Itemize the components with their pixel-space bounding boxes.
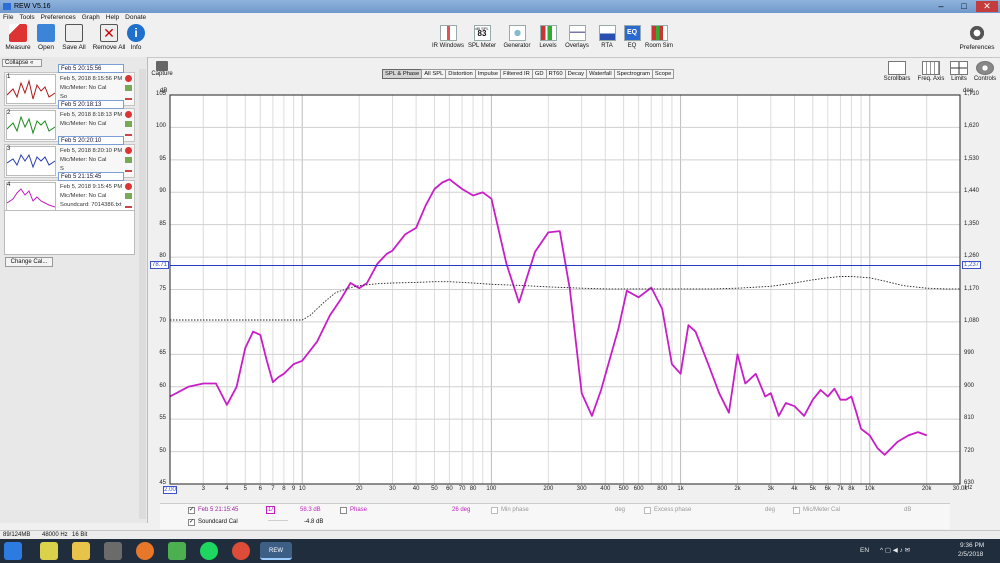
- rew-taskbar-button[interactable]: REW: [260, 542, 292, 560]
- tray-icons[interactable]: ^ ▢ ◀ ♪ ✉: [880, 546, 910, 554]
- torrent-icon[interactable]: [168, 542, 186, 560]
- windows-taskbar: REW EN ^ ▢ ◀ ♪ ✉ 9:36 PM 2/5/2018: [0, 539, 1000, 563]
- legend-series-marker[interactable]: 1/: [266, 506, 276, 514]
- soundcard-cal-marker: ··········: [268, 518, 288, 524]
- spotify-icon[interactable]: [200, 542, 218, 560]
- y-tick-label: 70: [159, 317, 166, 324]
- x-tick-label: 20: [355, 486, 363, 492]
- min-phase-label: Min phase: [501, 507, 529, 513]
- chrome-like-icon[interactable]: [40, 542, 58, 560]
- x-tick-label: 600: [633, 486, 644, 492]
- excess-phase-checkbox[interactable]: [644, 507, 651, 514]
- y2-tick-label: 1,170: [964, 285, 980, 292]
- cursor-value-left: 78.71: [150, 261, 170, 270]
- legend-series-name: Feb 5 21:15:45: [198, 507, 239, 513]
- x-tick-label: 3: [201, 486, 205, 492]
- bit-depth-status: 16 Bit: [72, 532, 88, 538]
- y-tick-label: 50: [159, 447, 166, 454]
- language-indicator[interactable]: EN: [860, 547, 869, 554]
- y2-tick-label: 1,620: [964, 123, 980, 130]
- y2-tick-label: 990: [964, 350, 975, 357]
- phase-label: Phase: [350, 507, 368, 513]
- folder-icon[interactable]: [72, 542, 90, 560]
- x-tick-label: 8k: [848, 486, 855, 492]
- x-tick-label: 4: [225, 486, 229, 492]
- x-tick-label: 40: [412, 486, 420, 492]
- phase-checkbox[interactable]: [340, 507, 347, 514]
- rew-window: REW V5.16 – □ ✕ File Tools Preferences Grap…: [0, 0, 1000, 563]
- y-tick-label: 55: [159, 415, 166, 422]
- x-tick-label: 3k: [767, 486, 774, 492]
- soundcard-cal-label: Soundcard Cal: [198, 519, 238, 525]
- x-tick-label: 1k: [677, 486, 684, 492]
- cursor-value-right: 1,237: [962, 261, 982, 270]
- y-tick-label: 60: [159, 382, 166, 389]
- y-tick-label: 80: [159, 253, 166, 260]
- x-tick-label: 400: [600, 486, 611, 492]
- phase-value: 26 deg: [452, 507, 471, 513]
- y2-tick-label: 1,440: [964, 188, 980, 195]
- x-tick-label: 800: [657, 486, 668, 492]
- clock-date[interactable]: 2/5/2018: [958, 551, 983, 558]
- x-tick-label: 2k: [734, 486, 741, 492]
- x-tick-label: 20k: [921, 486, 932, 492]
- excess-phase-unit: deg: [765, 507, 776, 513]
- chrome-icon[interactable]: [232, 542, 250, 560]
- y2-tick-label: 900: [964, 382, 975, 389]
- x-tick-label: 100: [486, 486, 497, 492]
- y-tick-label: 65: [159, 350, 166, 357]
- y2-axis-unit: deg: [963, 88, 974, 94]
- sample-rate-status: 48000 Hz: [42, 532, 68, 538]
- x-tick-label: 10: [298, 486, 306, 492]
- status-bar: 89/124MB 48000 Hz 16 Bit: [0, 530, 1000, 539]
- y-tick-label: 75: [159, 285, 166, 292]
- y-axis-unit: dB: [160, 88, 168, 94]
- y2-tick-label: 720: [964, 447, 975, 454]
- y-tick-label: 95: [159, 155, 166, 162]
- x-tick-label: 30: [389, 486, 396, 492]
- y2-tick-label: 810: [964, 415, 975, 422]
- start-icon[interactable]: [4, 542, 22, 560]
- y2-tick-label: 1,530: [964, 155, 980, 162]
- spl-phase-graph[interactable]: [0, 0, 1000, 563]
- y2-tick-label: 1,350: [964, 220, 980, 227]
- graph-legend: ✓ Feb 5 21:15:45 1/ 58.3 dB Phase 26 deg…: [160, 503, 950, 529]
- series-1-checkbox[interactable]: ✓: [188, 507, 195, 514]
- y-tick-label: 100: [155, 123, 166, 130]
- x-tick-label: 2.00: [163, 486, 177, 494]
- mic-cal-label: Mic/Meter Cal: [803, 507, 841, 513]
- x-axis-unit: Hz: [965, 485, 973, 491]
- firefox-icon[interactable]: [136, 542, 154, 560]
- x-tick-label: 200: [543, 486, 554, 492]
- min-phase-unit: deg: [615, 507, 626, 513]
- x-tick-label: 300: [576, 486, 587, 492]
- memory-status: 89/124MB: [3, 532, 31, 538]
- min-phase-checkbox[interactable]: [491, 507, 498, 514]
- x-tick-label: 10k: [864, 486, 875, 492]
- x-tick-label: 80: [469, 486, 477, 492]
- x-tick-label: 4k: [791, 486, 798, 492]
- y2-tick-label: 1,260: [964, 253, 980, 260]
- y2-tick-label: 1,080: [964, 317, 980, 324]
- excess-phase-label: Excess phase: [654, 507, 692, 513]
- mic-cal-unit: dB: [904, 507, 912, 513]
- mic-cal-checkbox[interactable]: [793, 507, 800, 514]
- soundcard-cal-checkbox[interactable]: ✓: [188, 519, 195, 526]
- y-tick-label: 90: [159, 188, 166, 195]
- soundcard-cal-value: -4.8 dB: [304, 519, 324, 525]
- clock-time[interactable]: 9:36 PM: [960, 542, 984, 549]
- media-icon[interactable]: [104, 542, 122, 560]
- y-tick-label: 85: [159, 220, 166, 227]
- legend-series-value: 58.3 dB: [300, 507, 321, 513]
